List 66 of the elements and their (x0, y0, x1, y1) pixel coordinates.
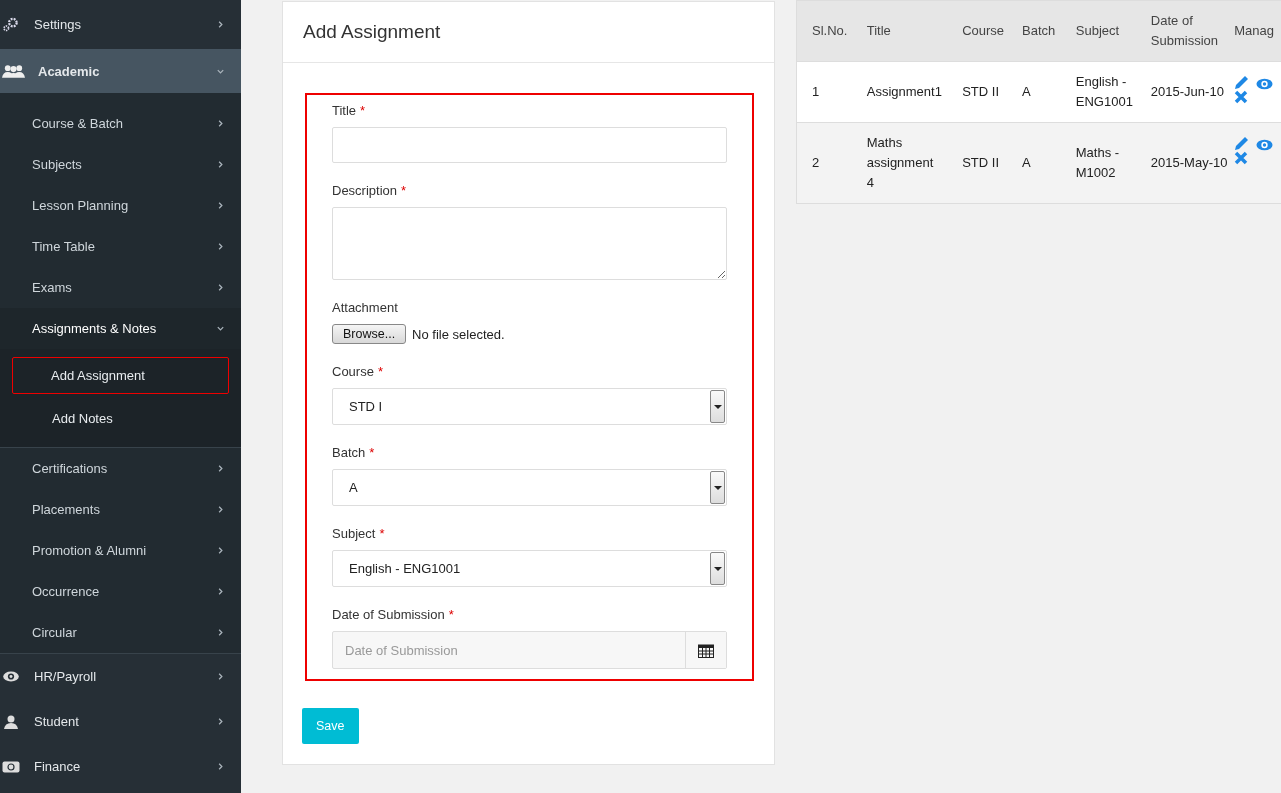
date-field[interactable]: Date of Submission (332, 631, 727, 669)
dropdown-arrow-icon (713, 404, 722, 409)
field-label: Date of Submission * (332, 607, 455, 622)
sidebar-item[interactable]: Finance (0, 744, 241, 789)
sidebar-subitem[interactable]: Certifications (0, 448, 241, 489)
sidebar-subitem[interactable]: Course & Batch (0, 103, 241, 144)
calendar-button[interactable] (685, 632, 726, 668)
chevron-right-icon (216, 672, 225, 681)
column-header: Date of Submission (1135, 1, 1231, 62)
eye-icon[interactable] (1255, 78, 1273, 90)
file-status: No file selected. (412, 326, 505, 342)
column-header: Subject (1060, 1, 1136, 62)
field-label: Title * (332, 103, 367, 118)
table-cell: Maths - M1002 (1060, 122, 1136, 203)
pencil-icon[interactable] (1234, 74, 1251, 90)
column-header: Sl.No. (797, 1, 851, 62)
calendar-icon (698, 642, 714, 658)
chevron-right-icon (216, 762, 225, 771)
users-icon (2, 64, 25, 78)
eye-icon[interactable] (1255, 139, 1273, 151)
select-field[interactable]: STD I (332, 388, 727, 425)
browse-button[interactable]: Browse... (332, 324, 407, 344)
chevron-right-icon (216, 717, 225, 726)
sidebar-subitem[interactable]: Exams (0, 267, 241, 308)
chevron-right-icon (216, 20, 225, 29)
input-field[interactable] (332, 127, 727, 163)
table-cell: 2 (797, 122, 851, 203)
table-cell: STD II (947, 122, 1007, 203)
table-cell: 2015-May-10 (1135, 122, 1231, 203)
sidebar-item[interactable]: Settings (0, 0, 241, 49)
pencil-icon[interactable] (1234, 135, 1251, 151)
table-cell: Maths assignment 4 (850, 122, 948, 203)
date-input[interactable]: Date of Submission (333, 632, 685, 668)
delete-icon[interactable] (1234, 90, 1249, 104)
sidebar-subitem[interactable]: Placements (0, 489, 241, 530)
sidebar-subitem[interactable]: Assignments & Notes (0, 308, 241, 349)
sidebar-subitem[interactable]: Time Table (0, 226, 241, 267)
select-field[interactable]: A (332, 469, 727, 506)
delete-icon[interactable] (1234, 151, 1249, 165)
sidebar-item[interactable]: Student (0, 699, 241, 744)
gears-icon (2, 17, 20, 32)
column-header: Course (947, 1, 1007, 62)
sidebar-subitem[interactable]: Circular (0, 612, 241, 653)
column-header: Manag (1230, 1, 1281, 62)
field-label: Batch * (332, 445, 376, 460)
field-label: Subject * (332, 526, 386, 541)
column-header: Title (850, 1, 948, 62)
card-title: Add Assignment (283, 2, 774, 63)
textarea-field[interactable] (332, 207, 727, 280)
table-cell: A (1007, 122, 1061, 203)
user-icon (2, 714, 20, 729)
field-label: Attachment (332, 300, 399, 315)
dropdown-arrow-icon (713, 566, 722, 571)
sidebar-subitem[interactable]: Add Assignment (12, 357, 229, 394)
sidebar-item[interactable]: HR/Payroll (0, 654, 241, 699)
field-label: Description * (332, 183, 408, 198)
sidebar-subitem[interactable]: Promotion & Alumni (0, 530, 241, 571)
sidebar-item[interactable]: Academic (0, 49, 241, 93)
select-field[interactable]: English - ENG1001 (332, 550, 727, 587)
column-header: Batch (1007, 1, 1061, 62)
sidebar-subitem[interactable]: Add Notes (12, 400, 229, 437)
dropdown-arrow-icon (713, 485, 722, 490)
field-label: Course * (332, 364, 384, 379)
sidebar-subitem[interactable]: Occurrence (0, 571, 241, 612)
sidebar-subitem[interactable]: Lesson Planning (0, 185, 241, 226)
sidebar-subitem[interactable]: Subjects (0, 144, 241, 185)
